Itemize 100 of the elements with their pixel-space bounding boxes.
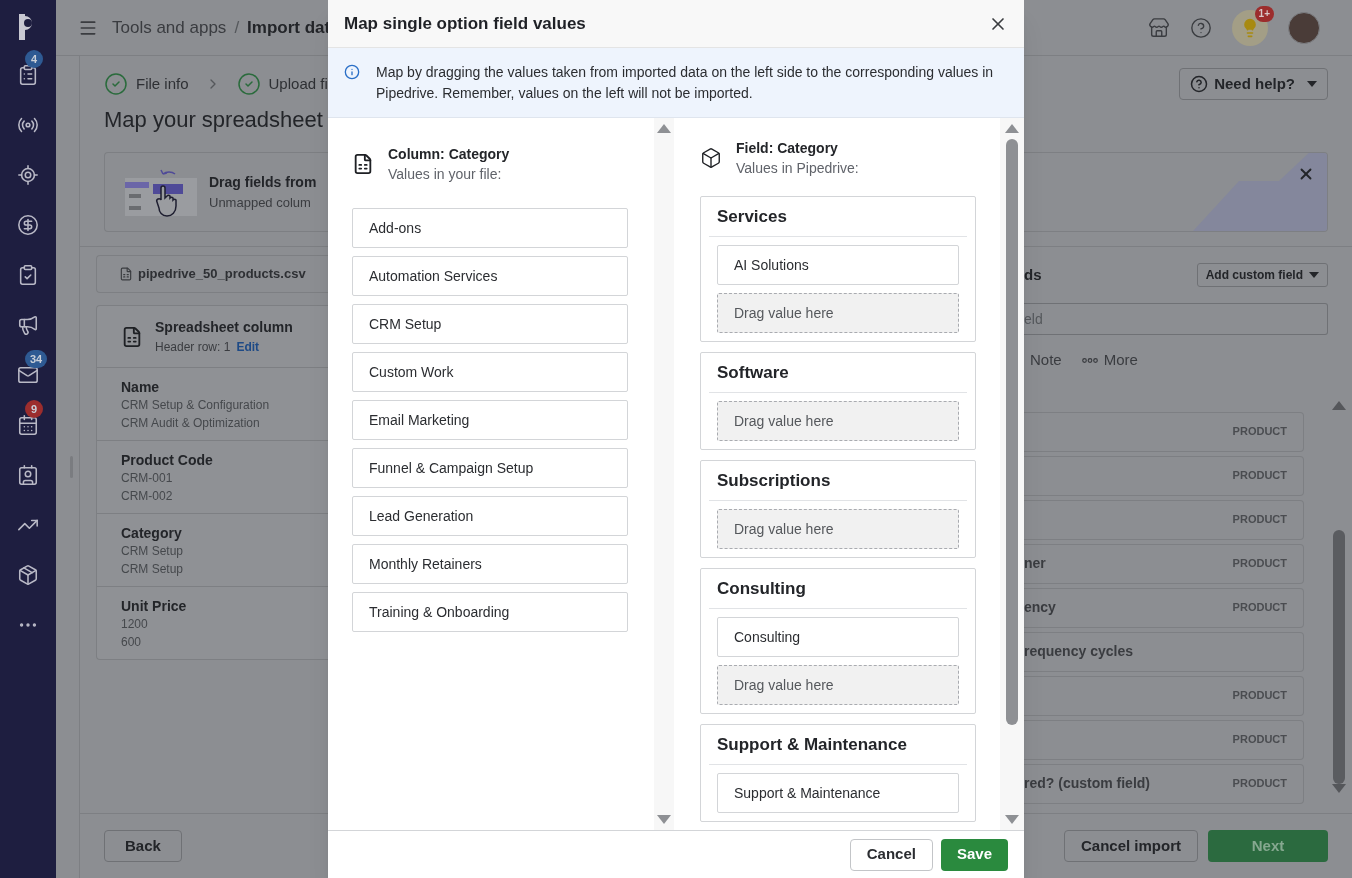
scroll-up-icon[interactable] xyxy=(1005,124,1019,133)
column-value: CRM-001 xyxy=(121,470,174,487)
add-custom-field-button[interactable]: Add custom field xyxy=(1196,263,1328,287)
count-badge: 4 xyxy=(25,50,43,68)
drop-zone[interactable]: Drag value here xyxy=(717,293,959,333)
file-tab[interactable]: pipedrive_50_products.csv xyxy=(96,255,328,293)
count-badge: 9 xyxy=(25,400,43,418)
banner-subtitle: Unmapped colum xyxy=(209,193,312,212)
column-value: 1200 xyxy=(121,616,149,633)
column-value: CRM Setup xyxy=(121,543,185,560)
store-icon[interactable] xyxy=(1148,16,1170,39)
field-row[interactable]: PRODUCT xyxy=(1024,675,1304,716)
option-name: Services xyxy=(709,197,967,237)
help-icon[interactable] xyxy=(1190,16,1212,39)
column-value: CRM-002 xyxy=(121,488,174,505)
dollar-icon[interactable] xyxy=(17,214,39,236)
need-help-button[interactable]: Need help? xyxy=(1179,68,1328,100)
value-chip[interactable]: Monthly Retainers xyxy=(352,544,628,584)
back-button[interactable]: Back xyxy=(104,830,182,862)
field-row[interactable]: ency PRODUCT xyxy=(1024,587,1304,628)
filter-tab[interactable]: Note xyxy=(1030,349,1062,372)
field-row[interactable]: requency cycles xyxy=(1024,631,1304,672)
caret-icon xyxy=(1307,81,1317,87)
entity-tag: PRODUCT xyxy=(1232,599,1287,616)
next-button[interactable]: Next xyxy=(1208,830,1328,862)
package-icon[interactable] xyxy=(17,564,39,586)
box-icon xyxy=(700,147,722,169)
field-label: ner xyxy=(1024,554,1046,573)
option-name: Consulting xyxy=(709,569,967,609)
tips-badge: 1+ xyxy=(1254,5,1274,22)
drop-zone[interactable]: Drag value here xyxy=(717,665,959,705)
spreadsheet-icon xyxy=(352,153,374,175)
field-row[interactable]: ner PRODUCT xyxy=(1024,543,1304,584)
field-row[interactable]: red? (custom field) PRODUCT xyxy=(1024,763,1304,804)
dialog-title: Map single option field values xyxy=(344,12,586,35)
page-heading: Map your spreadsheet xyxy=(104,106,324,134)
step-label[interactable]: File info xyxy=(136,72,189,96)
entity-tag: PRODUCT xyxy=(1232,555,1287,572)
header-row-label: Header row: 1 xyxy=(155,339,231,356)
value-chip[interactable]: Lead Generation xyxy=(352,496,628,536)
column-heading: Column: Category xyxy=(388,145,510,164)
field-row[interactable]: PRODUCT xyxy=(1024,411,1304,452)
breadcrumb-separator: / xyxy=(234,16,240,39)
spreadsheet-icon xyxy=(121,325,143,348)
option-name: Software xyxy=(709,353,967,393)
entity-tag: PRODUCT xyxy=(1232,511,1287,528)
scroll-thumb[interactable] xyxy=(1006,139,1018,725)
value-chip[interactable]: Consulting xyxy=(717,617,959,657)
value-chip[interactable]: Funnel & Campaign Setup xyxy=(352,448,628,488)
field-row[interactable]: PRODUCT xyxy=(1024,499,1304,540)
avatar[interactable] xyxy=(1288,11,1320,44)
value-chip[interactable]: Automation Services xyxy=(352,256,628,296)
column-value: CRM Setup & Configuration xyxy=(121,397,271,414)
field-row[interactable]: PRODUCT xyxy=(1024,455,1304,496)
card-title: Spreadsheet column xyxy=(155,318,293,337)
field-label: ency xyxy=(1024,598,1056,617)
target-icon[interactable] xyxy=(17,164,39,186)
breadcrumb-link[interactable]: Tools and apps xyxy=(112,14,227,41)
step-label[interactable]: Upload fi xyxy=(268,72,328,96)
column-item[interactable]: Unit Price 1200 600 xyxy=(97,587,328,659)
column-name: Product Code xyxy=(121,451,214,469)
option-name: Subscriptions xyxy=(709,461,967,501)
entity-tag: PRODUCT xyxy=(1232,775,1287,792)
drop-zone[interactable]: Drag value here xyxy=(717,401,959,441)
entity-tag: PRODUCT xyxy=(1232,423,1287,440)
contact-card-icon[interactable] xyxy=(17,464,39,486)
field-row[interactable]: PRODUCT xyxy=(1024,719,1304,760)
scroll-thumb[interactable] xyxy=(1333,530,1345,784)
value-chip[interactable]: Support & Maintenance xyxy=(717,773,959,813)
field-label: red? (custom field) xyxy=(1024,774,1150,793)
value-chip[interactable]: AI Solutions xyxy=(717,245,959,285)
scroll-down-icon[interactable] xyxy=(1005,815,1019,824)
clipboard-check-icon[interactable] xyxy=(17,264,39,286)
mail-icon[interactable] xyxy=(17,364,39,386)
value-chip[interactable]: Training & Onboarding xyxy=(352,592,628,632)
more-icon xyxy=(1081,357,1098,363)
cancel-button[interactable]: Cancel xyxy=(849,838,933,871)
value-chip[interactable]: CRM Setup xyxy=(352,304,628,344)
cancel-import-button[interactable]: Cancel import xyxy=(1063,830,1198,862)
filter-tab[interactable]: More xyxy=(1081,349,1138,372)
scrollbar[interactable] xyxy=(1332,401,1346,793)
option-name: Support & Maintenance xyxy=(709,725,967,765)
drop-zone[interactable]: Drag value here xyxy=(717,509,959,549)
megaphone-icon[interactable] xyxy=(17,314,39,336)
value-chip[interactable]: Add-ons xyxy=(352,208,628,248)
value-chip[interactable]: Email Marketing xyxy=(352,400,628,440)
section-title: ds xyxy=(1024,264,1042,285)
caret-icon xyxy=(1309,272,1319,278)
count-badge: 34 xyxy=(25,350,48,368)
tips-button[interactable] xyxy=(1232,9,1268,46)
calendar-icon[interactable] xyxy=(17,414,39,436)
list-icon[interactable] xyxy=(17,64,39,86)
scroll-down-icon[interactable] xyxy=(657,815,671,824)
column-value: CRM Audit & Optimization xyxy=(121,415,261,432)
save-button[interactable]: Save xyxy=(940,838,1008,871)
scroll-up-icon[interactable] xyxy=(657,124,671,133)
column-value: 600 xyxy=(121,634,143,651)
edit-link[interactable]: Edit xyxy=(236,338,260,356)
value-chip[interactable]: Custom Work xyxy=(352,352,628,392)
entity-tag: PRODUCT xyxy=(1232,731,1287,748)
